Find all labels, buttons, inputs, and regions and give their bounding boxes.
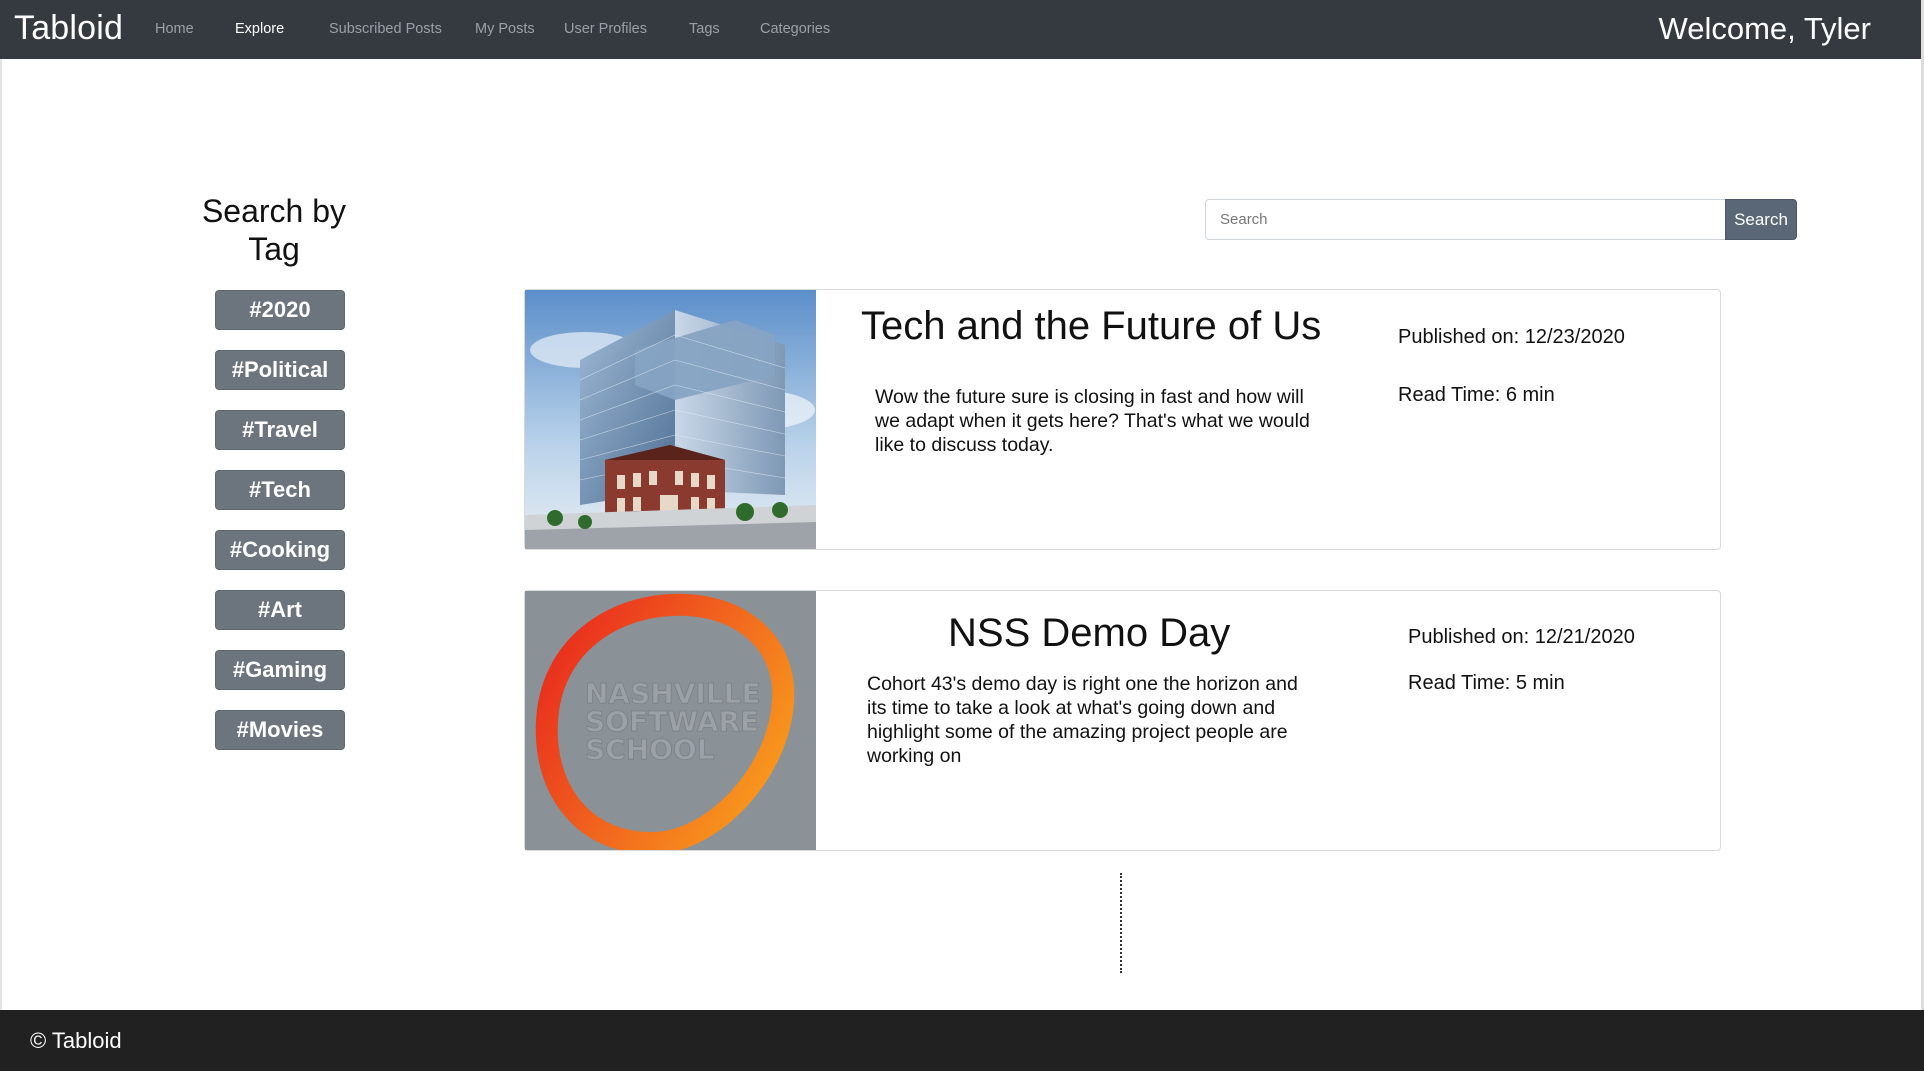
post-card[interactable]: NASHVILLE SOFTWARE SCHOOL NSS Demo Day C…	[524, 590, 1721, 851]
tag-button-gaming[interactable]: #Gaming	[215, 650, 345, 690]
post-image-building	[525, 290, 816, 549]
post-title[interactable]: NSS Demo Day	[948, 611, 1230, 656]
tag-button-movies[interactable]: #Movies	[215, 710, 345, 750]
nav-link-user-profiles[interactable]: User Profiles	[564, 21, 647, 37]
post-read-time: Read Time: 5 min	[1408, 672, 1565, 694]
tag-button-2020[interactable]: #2020	[215, 290, 345, 330]
post-read-time: Read Time: 6 min	[1398, 384, 1555, 406]
nav-link-categories[interactable]: Categories	[760, 21, 830, 37]
tag-button-cooking[interactable]: #Cooking	[215, 530, 345, 570]
tag-button-travel[interactable]: #Travel	[215, 410, 345, 450]
tag-button-art[interactable]: #Art	[215, 590, 345, 630]
tag-button-political[interactable]: #Political	[215, 350, 345, 390]
search-input[interactable]	[1205, 199, 1726, 240]
search-by-tag-heading-line2: Tag	[248, 231, 300, 267]
post-published-date: Published on: 12/23/2020	[1398, 326, 1625, 348]
nav-link-explore[interactable]: Explore	[235, 21, 284, 37]
nav-link-my-posts[interactable]: My Posts	[475, 21, 535, 37]
post-card[interactable]: Tech and the Future of Us Wow the future…	[524, 289, 1721, 550]
welcome-message: Welcome, Tyler	[1658, 11, 1871, 46]
post-summary: Cohort 43's demo day is right one the ho…	[867, 673, 1298, 767]
nav-link-subscribed-posts[interactable]: Subscribed Posts	[329, 21, 442, 37]
page-left-border	[0, 59, 2, 1071]
footer: © Tabloid	[0, 1010, 1924, 1071]
brand-logo[interactable]: Tabloid	[14, 9, 123, 48]
loading-dots	[1120, 873, 1122, 973]
tag-button-tech[interactable]: #Tech	[215, 470, 345, 510]
search-button[interactable]: Search	[1725, 199, 1797, 240]
post-image-nss-logo: NASHVILLE SOFTWARE SCHOOL	[525, 591, 816, 850]
post-title[interactable]: Tech and the Future of Us	[861, 304, 1321, 349]
nav-link-tags[interactable]: Tags	[689, 21, 720, 37]
post-summary: Wow the future sure is closing in fast a…	[875, 386, 1310, 456]
post-published-date: Published on: 12/21/2020	[1408, 626, 1635, 648]
nav-link-home[interactable]: Home	[155, 21, 194, 37]
search-by-tag-heading-line1: Search by	[201, 193, 347, 229]
footer-copyright: © Tabloid	[30, 1028, 122, 1053]
logo-text-line3: SCHOOL	[585, 733, 715, 766]
search-by-tag-heading: Search by Tag	[180, 192, 368, 268]
top-navbar: Tabloid Home Explore Subscribed Posts My…	[0, 0, 1924, 59]
